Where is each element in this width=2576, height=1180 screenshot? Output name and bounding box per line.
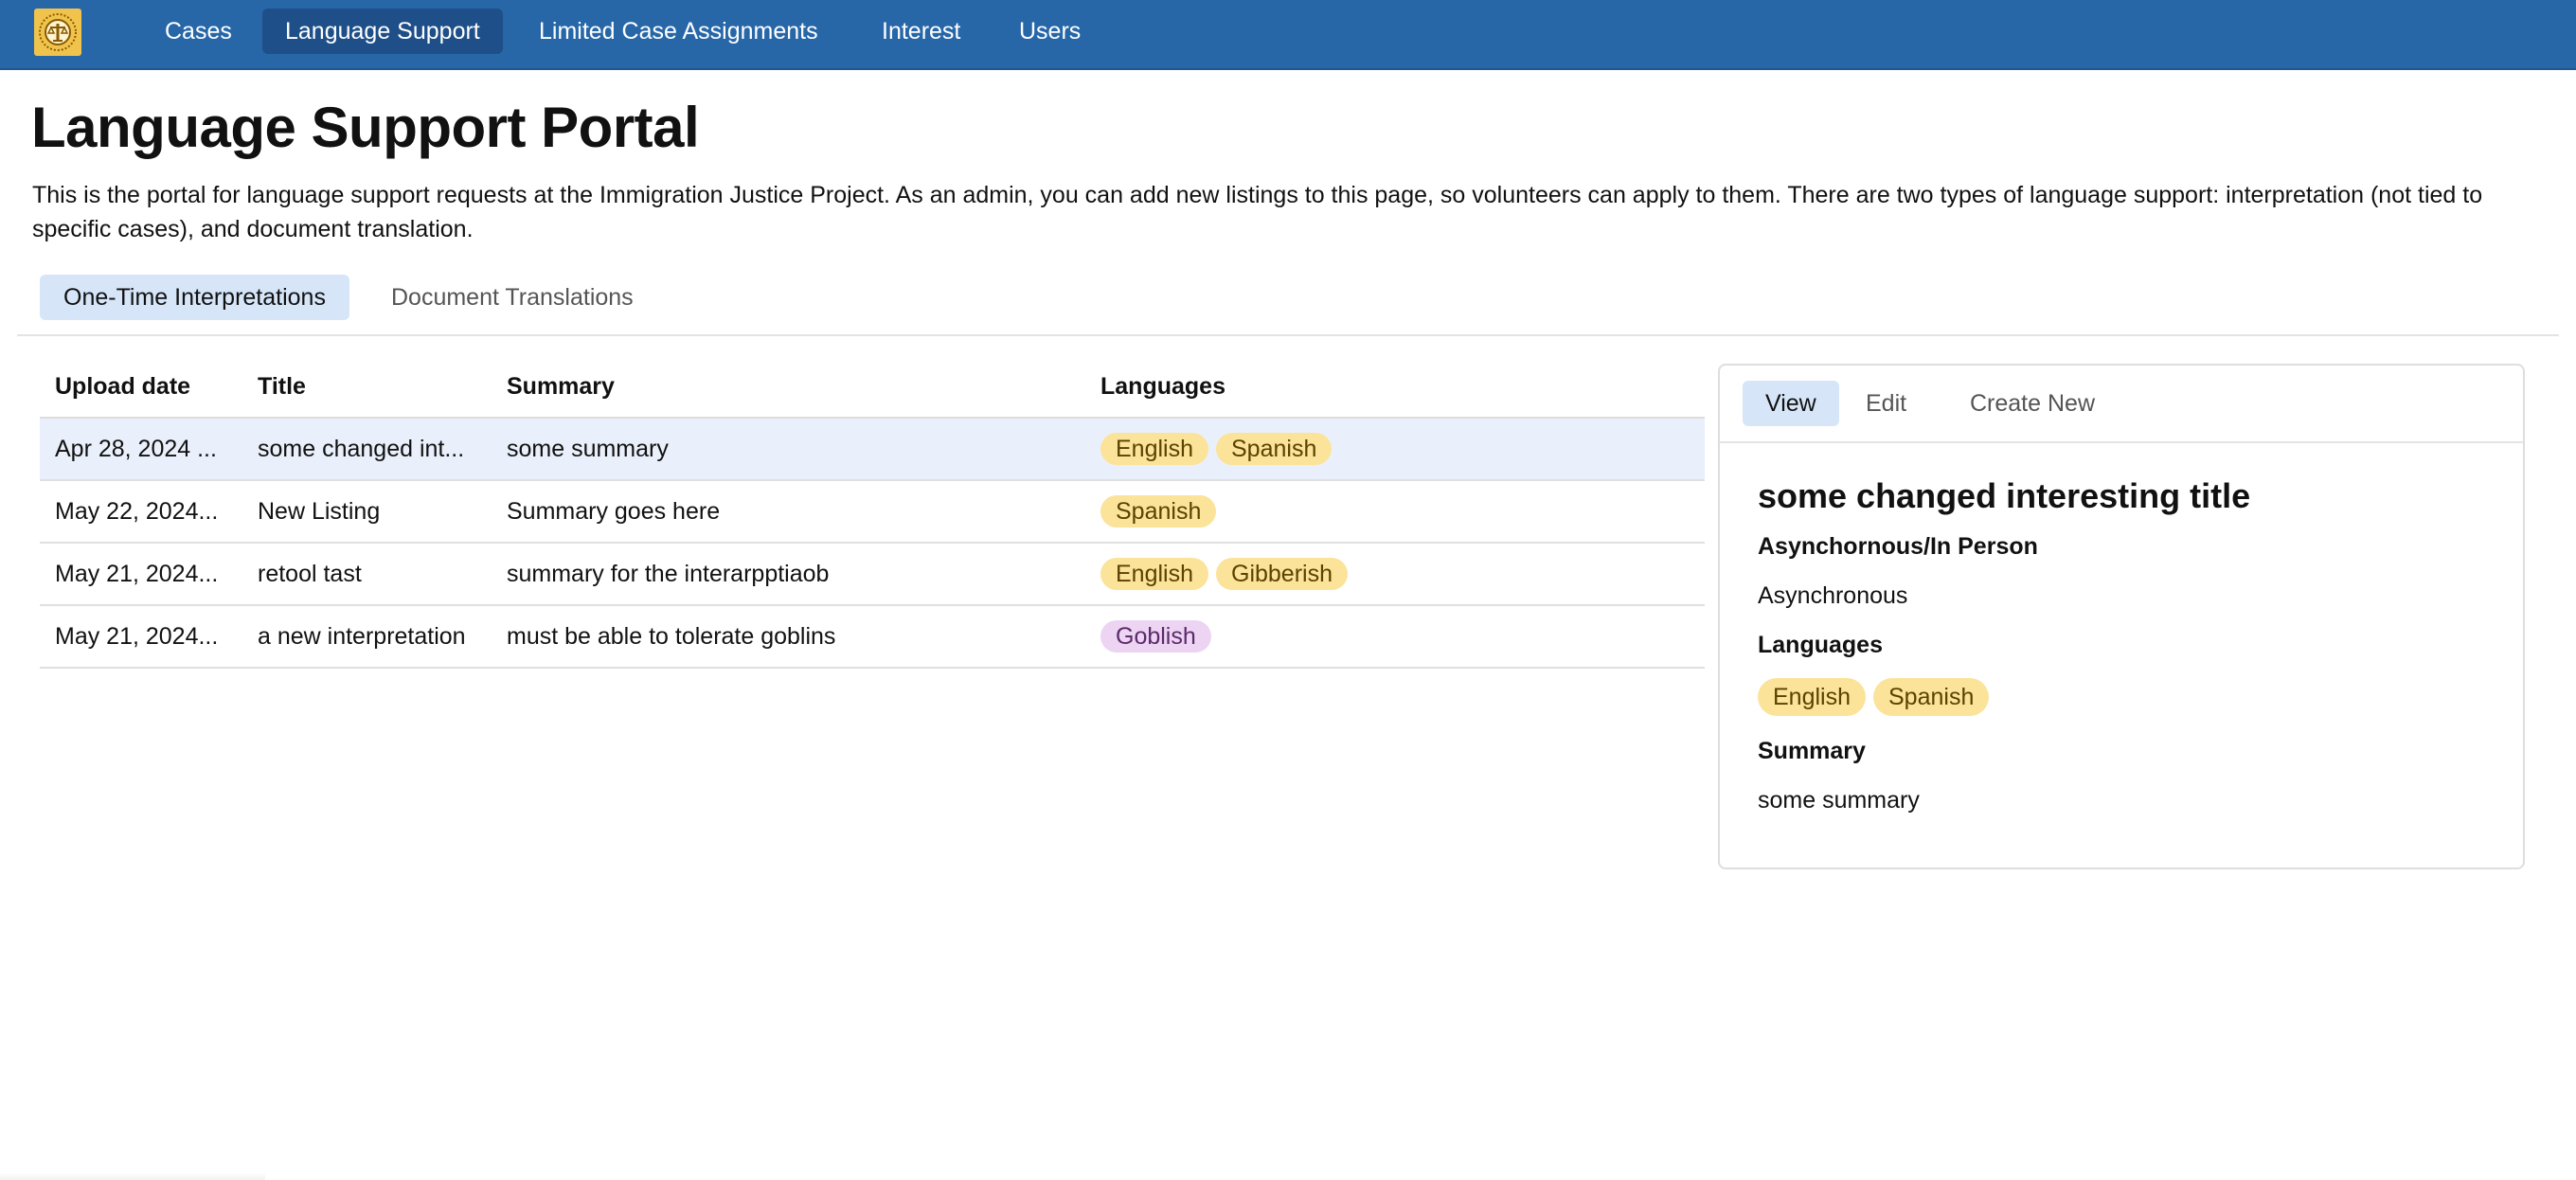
language-tag: English: [1100, 433, 1208, 465]
tab-document-translations[interactable]: Document Translations: [367, 275, 657, 320]
cell-upload-date: May 21, 2024...: [55, 623, 219, 650]
cell-languages: English Spanish: [1100, 419, 1669, 479]
column-header-summary[interactable]: Summary: [507, 356, 615, 417]
language-tag: Goblish: [1100, 620, 1211, 653]
language-tag: English: [1100, 558, 1208, 590]
cell-title: New Listing: [258, 498, 381, 525]
detail-body: some changed interesting title Asynchorn…: [1758, 475, 2487, 816]
summary-value: some summary: [1758, 787, 1920, 813]
table-header: Upload date Title Summary Languages: [40, 356, 1705, 419]
logo-graphic: [39, 13, 77, 51]
language-tag: Spanish: [1873, 678, 1990, 716]
cell-languages: Goblish: [1100, 606, 1669, 667]
cell-upload-date: May 22, 2024...: [55, 498, 219, 525]
language-tag: Spanish: [1216, 433, 1333, 465]
nav-item-language-support[interactable]: Language Support: [262, 9, 503, 54]
language-tag: Gibberish: [1216, 558, 1348, 590]
nav-item-limited-case-assignments[interactable]: Limited Case Assignments: [516, 9, 841, 54]
cell-title: a new interpretation: [258, 623, 466, 650]
table-row[interactable]: May 21, 2024... a new interpretation mus…: [40, 606, 1705, 669]
top-nav-bar: Cases Language Support Limited Case Assi…: [0, 0, 2576, 70]
tab-edit[interactable]: Edit: [1843, 381, 1929, 426]
column-header-languages[interactable]: Languages: [1100, 356, 1225, 417]
detail-languages: English Spanish: [1758, 678, 2487, 716]
page-title: Language Support Portal: [31, 96, 700, 159]
table-row[interactable]: May 21, 2024... retool tast summary for …: [40, 544, 1705, 606]
cell-languages: English Gibberish: [1100, 544, 1669, 604]
tabs-divider: [17, 334, 2559, 336]
cell-title: some changed int...: [258, 436, 465, 462]
tab-view[interactable]: View: [1743, 381, 1839, 426]
scales-of-justice-logo-icon[interactable]: [34, 9, 81, 56]
table-row[interactable]: May 22, 2024... New Listing Summary goes…: [40, 481, 1705, 544]
tab-one-time-interpretations[interactable]: One-Time Interpretations: [40, 275, 349, 320]
mode-value: Asynchronous: [1758, 582, 1908, 609]
cell-upload-date: May 21, 2024...: [55, 561, 219, 587]
cell-title: retool tast: [258, 561, 362, 587]
cell-summary: Summary goes here: [507, 498, 721, 525]
summary-label: Summary: [1758, 738, 1866, 764]
listings-table: Upload date Title Summary Languages Apr …: [40, 356, 1705, 669]
tab-create-new[interactable]: Create New: [1947, 381, 2118, 426]
cell-upload-date: Apr 28, 2024 ...: [55, 436, 217, 462]
bottom-edge-shadow: [0, 1172, 265, 1180]
nav-item-cases[interactable]: Cases: [142, 9, 255, 54]
cell-languages: Spanish: [1100, 481, 1669, 542]
cell-summary: must be able to tolerate goblins: [507, 623, 836, 650]
listing-detail-panel: View Edit Create New some changed intere…: [1718, 364, 2525, 869]
table-row[interactable]: Apr 28, 2024 ... some changed int... som…: [40, 419, 1705, 481]
cell-summary: summary for the interarpptiaob: [507, 561, 830, 587]
language-tag: Spanish: [1100, 495, 1217, 527]
language-tag: English: [1758, 678, 1866, 716]
nav-item-interest[interactable]: Interest: [859, 9, 983, 54]
mode-label: Asynchornous/In Person: [1758, 533, 2038, 560]
column-header-upload-date[interactable]: Upload date: [55, 356, 190, 417]
cell-summary: some summary: [507, 436, 669, 462]
column-header-title[interactable]: Title: [258, 356, 306, 417]
nav-item-users[interactable]: Users: [996, 9, 1103, 54]
languages-label: Languages: [1758, 632, 1883, 658]
page-description: This is the portal for language support …: [32, 182, 2483, 242]
panel-divider: [1720, 441, 2523, 443]
detail-title: some changed interesting title: [1758, 476, 2251, 515]
